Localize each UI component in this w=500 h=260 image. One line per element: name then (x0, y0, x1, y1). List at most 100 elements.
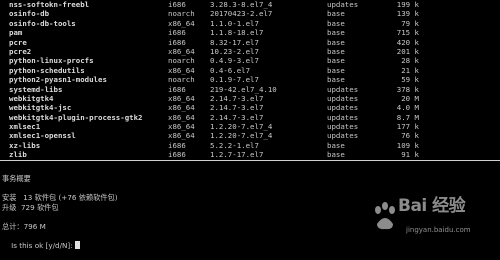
package-version: 10.23-2.el7 (210, 46, 259, 56)
package-row: pcre2 x86_64 10.23-2.el7 base 201 k (9, 47, 429, 56)
confirm-prompt[interactable]: Is this ok [y/d/N]: (2, 232, 80, 260)
package-name: nss-softokn-freebl (9, 0, 90, 9)
package-size: 139 k (396, 9, 419, 19)
package-arch: x86_64 (168, 46, 195, 56)
package-name: python2-pyasn1-modules (9, 75, 107, 85)
package-name: python-schedutils (9, 65, 85, 75)
package-row: webkitgtk4-plugin-process-gtk2 x86_64 2.14… (9, 113, 429, 122)
package-size: 109 k (396, 140, 419, 150)
package-name: webkitgtk4-jsc (9, 103, 72, 113)
package-version: 1.1.0-1.el7 (210, 18, 259, 28)
package-version: 3.28.3-8.el7_4 (210, 0, 273, 9)
package-row: nss-softokn-freebl i686 3.28.3-8.el7_4 upda… (9, 0, 429, 9)
package-repo: updates (327, 131, 359, 141)
package-size: 420 k (396, 37, 419, 47)
package-size: 4.0 M (396, 103, 419, 113)
package-arch: i686 (168, 28, 186, 38)
package-arch: i686 (168, 150, 186, 160)
package-row: webkitgtk4-jsc x86_64 2.14.7-3.el7 updates 4… (9, 103, 429, 112)
package-size: 28 k (401, 56, 419, 66)
package-arch: x86_64 (168, 18, 195, 28)
package-name: zlib (9, 150, 27, 160)
package-repo: base (327, 140, 345, 150)
package-repo: updates (327, 0, 359, 9)
package-version: 1.1.8-18.el7 (210, 28, 264, 38)
package-version: 2.14.7-3.el7 (210, 93, 264, 103)
package-version: 1.2.20-7.el7_4 (210, 131, 273, 141)
package-arch: i686 (168, 0, 186, 9)
package-row: osinfo-db-tools x86_64 1.1.0-1.el7 base 79 k (9, 19, 429, 28)
package-repo: updates (327, 103, 359, 113)
package-name: xmlsec1 (9, 122, 41, 132)
package-name: webkitgtk4-plugin-process-gtk2 (9, 112, 143, 122)
package-name: pam (9, 28, 23, 38)
transaction-summary-title: 事务概要 (2, 174, 31, 183)
package-version: 1.2.7-17.el7 (210, 150, 264, 160)
watermark-brand: Bai 经验 (398, 196, 466, 216)
package-row: python-linux-procfs noarch 0.4.9-3.el7 base… (9, 56, 429, 65)
package-name: xmlsec1-openssl (9, 131, 76, 141)
package-size: 201 k (396, 46, 419, 56)
install-count-line: 安装 13 软件包 (+76 依赖软件包) (2, 193, 118, 202)
package-repo: base (327, 65, 345, 75)
package-version: 2.14.7-3.el7 (210, 103, 264, 113)
package-arch: x86_64 (168, 103, 195, 113)
package-repo: base (327, 9, 345, 19)
package-row: osinfo-db noarch 20170423-2.el7 base 139 k (9, 9, 429, 18)
package-size: 59 k (401, 75, 419, 85)
package-size: 199 k (396, 0, 419, 9)
package-repo: base (327, 28, 345, 38)
package-name: xz-libs (9, 140, 41, 150)
package-table: nss-softokn-freebl i686 3.28.3-8.el7_4 upda… (9, 0, 429, 160)
package-name: webkitgtk4 (9, 93, 54, 103)
package-repo: updates (327, 93, 359, 103)
package-arch: i686 (168, 37, 186, 47)
package-row: xz-libs i686 5.2.2-1.el7 base 109 k (9, 141, 429, 150)
package-repo: base (327, 18, 345, 28)
paw-logo-icon (375, 202, 395, 230)
text-cursor[interactable] (74, 241, 80, 250)
package-version: 0.1.9-7.el7 (210, 75, 259, 85)
package-row: pam i686 1.1.8-18.el7 base 715 k (9, 28, 429, 37)
package-row: python-schedutils x86_64 0.4-6.el7 base 21 k (9, 66, 429, 75)
package-row: webkitgtk4 x86_64 2.14.7-3.el7 updates 20 M (9, 94, 429, 103)
terminal-window[interactable]: nss-softokn-freebl i686 3.28.3-8.el7_4 upda… (0, 0, 500, 250)
package-arch: noarch (168, 9, 195, 19)
package-repo: base (327, 37, 345, 47)
package-size: 91 k (401, 150, 419, 160)
package-repo: updates (327, 84, 359, 94)
package-arch: i686 (168, 140, 186, 150)
package-row: xmlsec1-openssl x86_64 1.2.20-7.el7_4 updat… (9, 131, 429, 140)
package-arch: x86_64 (168, 122, 195, 132)
package-name: osinfo-db (9, 9, 50, 19)
package-repo: base (327, 150, 345, 160)
package-row: zlib i686 1.2.7-17.el7 base 91 k (9, 150, 429, 159)
baidu-jingyan-watermark: Bai 经验 jingyan.baidu.com (372, 196, 482, 242)
package-row: pcre i686 8.32-17.el7 base 420 k (9, 38, 429, 47)
package-arch: x86_64 (168, 93, 195, 103)
package-version: 219-42.el7_4.10 (210, 84, 277, 94)
package-name: python-linux-procfs (9, 56, 94, 66)
package-row: systemd-libs i686 219-42.el7_4.10 updates 37… (9, 85, 429, 94)
upgrade-count-line: 升级 729 软件包 (2, 203, 59, 212)
package-version: 0.4.9-3.el7 (210, 56, 259, 66)
package-repo: base (327, 75, 345, 85)
package-repo: base (327, 56, 345, 66)
package-repo: base (327, 46, 345, 56)
package-arch: noarch (168, 75, 195, 85)
package-arch: i686 (168, 84, 186, 94)
package-version: 20170423-2.el7 (210, 9, 273, 19)
package-size: 177 k (396, 122, 419, 132)
package-arch: x86_64 (168, 112, 195, 122)
package-size: 715 k (396, 28, 419, 38)
package-repo: updates (327, 122, 359, 132)
package-size: 378 k (396, 84, 419, 94)
package-name: pcre2 (9, 46, 32, 56)
confirm-prompt-text: Is this ok [y/d/N]: (11, 241, 73, 251)
package-version: 2.14.7-3.el7 (210, 112, 264, 122)
package-size: 21 k (401, 65, 419, 75)
package-size: 8.7 M (396, 112, 419, 122)
package-size: 79 k (401, 18, 419, 28)
package-version: 5.2.2-1.el7 (210, 140, 259, 150)
package-version: 1.2.20-7.el7_4 (210, 122, 273, 132)
